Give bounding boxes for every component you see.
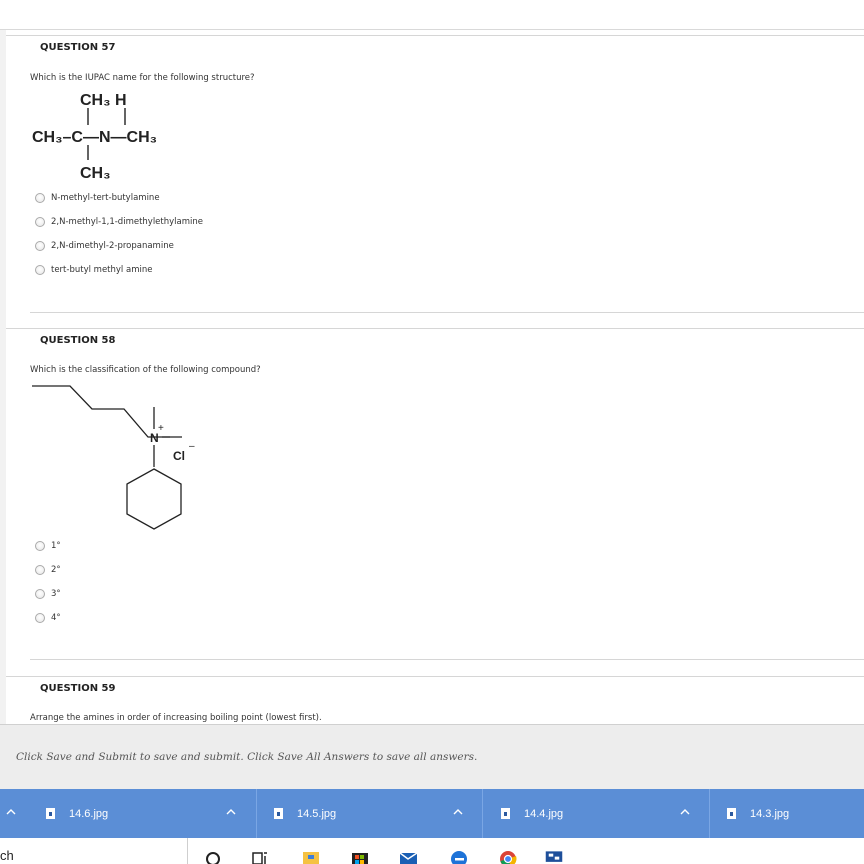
question-59: QUESTION 59 Arrange the amines in order … [6, 676, 864, 724]
file-icon [274, 808, 283, 819]
q58-plus-charge: + [158, 423, 164, 434]
download-item-4[interactable]: 14.3.jpg [727, 789, 789, 838]
option-label: N-methyl-tert-butylamine [51, 193, 160, 203]
radio-button[interactable] [35, 193, 45, 203]
question-59-prompt: Arrange the amines in order of increasin… [30, 713, 322, 723]
chevron-up-icon[interactable] [224, 805, 238, 819]
q57-structure: CH₃ H CH₃–C—N—CH₃ CH₃ [32, 92, 157, 182]
q58-option-2[interactable]: 2° [35, 563, 61, 577]
downloads-bar: 14.6.jpg 14.5.jpg 14.4.jpg 14.3.jpg [0, 789, 864, 838]
chevron-up-icon[interactable] [451, 805, 465, 819]
question-58-title: QUESTION 58 [40, 335, 116, 346]
q57-option-2[interactable]: 2,N-methyl-1,1-dimethylethylamine [35, 215, 203, 229]
radio-button[interactable] [35, 613, 45, 623]
taskbar-search-text: ch [0, 848, 14, 863]
download-item-3[interactable]: 14.4.jpg [501, 789, 563, 838]
page: QUESTION 57 Which is the IUPAC name for … [0, 0, 864, 864]
q57-bottom-label: CH₃ [80, 165, 111, 182]
mail-icon[interactable] [399, 847, 417, 864]
q58-option-4[interactable]: 4° [35, 611, 61, 625]
option-label: 2° [51, 565, 61, 575]
download-filename: 14.5.jpg [297, 807, 337, 820]
q57-top-labels: CH₃ H [80, 92, 127, 109]
download-filename: 14.3.jpg [750, 807, 790, 820]
taskbar-search-box[interactable]: ch [0, 838, 188, 864]
q57-option-3[interactable]: 2,N-dimethyl-2-propanamine [35, 239, 174, 253]
network-app-icon[interactable] [545, 847, 563, 864]
question-59-title: QUESTION 59 [40, 683, 116, 694]
separator [30, 659, 864, 660]
top-divider [0, 29, 864, 30]
radio-button[interactable] [35, 565, 45, 575]
chevron-up-icon[interactable] [678, 805, 692, 819]
radio-button[interactable] [35, 241, 45, 251]
option-label: 3° [51, 589, 61, 599]
question-58: QUESTION 58 Which is the classification … [6, 328, 864, 660]
question-58-prompt: Which is the classification of the follo… [30, 365, 261, 375]
q57-main-chain: CH₃–C—N—CH₃ [32, 129, 157, 146]
windows-taskbar: ch [0, 838, 864, 864]
file-icon [727, 808, 736, 819]
radio-button[interactable] [35, 265, 45, 275]
q58-minus-charge: – [189, 441, 195, 452]
radio-button[interactable] [35, 589, 45, 599]
q58-chloride-label: Cl [173, 449, 185, 463]
file-icon [501, 808, 510, 819]
download-filename: 14.4.jpg [524, 807, 564, 820]
download-divider [256, 789, 257, 838]
separator [30, 312, 864, 313]
file-explorer-icon[interactable] [302, 847, 320, 864]
submit-instructions-text: Click Save and Submit to save and submit… [16, 751, 478, 763]
question-57-title: QUESTION 57 [40, 42, 116, 53]
chrome-icon[interactable] [499, 847, 517, 864]
q57-option-1[interactable]: N-methyl-tert-butylamine [35, 191, 160, 205]
question-57-prompt: Which is the IUPAC name for the followin… [30, 73, 255, 83]
option-label: 2,N-dimethyl-2-propanamine [51, 241, 174, 251]
chevron-up-icon[interactable] [4, 805, 18, 819]
download-divider [709, 789, 710, 838]
download-filename: 14.6.jpg [69, 807, 109, 820]
file-icon [46, 808, 55, 819]
cortana-circle-icon[interactable] [204, 847, 222, 864]
option-label: 1° [51, 541, 61, 551]
download-item-2[interactable]: 14.5.jpg [274, 789, 336, 838]
q58-option-1[interactable]: 1° [35, 539, 61, 553]
edge-icon[interactable] [450, 847, 468, 864]
option-label: 2,N-methyl-1,1-dimethylethylamine [51, 217, 203, 227]
option-label: 4° [51, 613, 61, 623]
download-item-1[interactable]: 14.6.jpg [46, 789, 108, 838]
q58-option-3[interactable]: 3° [35, 587, 61, 601]
q58-structure: N + Cl – [32, 385, 195, 530]
download-divider [482, 789, 483, 838]
radio-button[interactable] [35, 217, 45, 227]
question-57: QUESTION 57 Which is the IUPAC name for … [6, 35, 864, 313]
option-label: tert-butyl methyl amine [51, 265, 153, 275]
radio-button[interactable] [35, 541, 45, 551]
submit-instructions-bar: Click Save and Submit to save and submit… [0, 724, 864, 789]
task-view-icon[interactable] [251, 847, 269, 864]
q57-option-4[interactable]: tert-butyl methyl amine [35, 263, 152, 277]
store-icon[interactable] [351, 847, 369, 864]
